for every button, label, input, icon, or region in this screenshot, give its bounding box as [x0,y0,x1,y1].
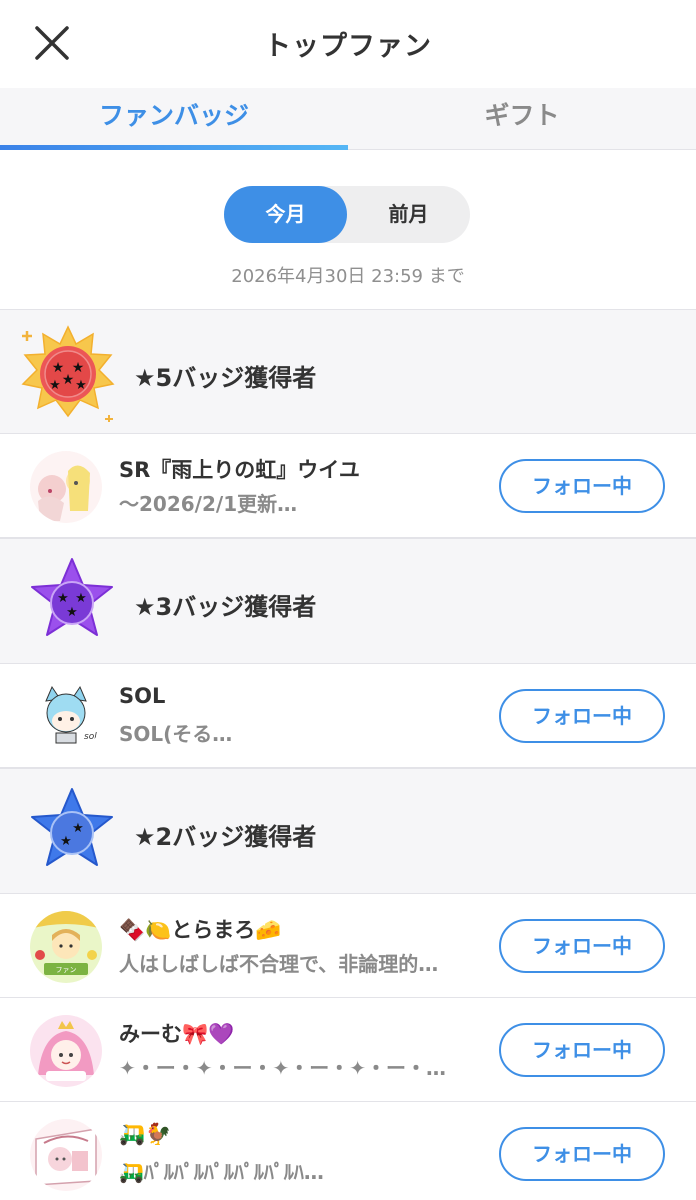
avatar: ファン [30,911,102,983]
section-header-3-star: ★ ★ ★ ★3バッジ獲得者 [0,538,696,664]
fan-name: みーむ🎀💜 [119,1022,235,1046]
avatar [30,1015,102,1087]
fan-row[interactable]: sol SOL SOL(そる… フォロー中 [0,664,696,768]
svg-text:★: ★ [75,591,87,606]
following-button[interactable]: フォロー中 [499,919,665,973]
avatar [30,451,102,523]
section-label: ★2バッジ獲得者 [134,823,317,851]
fan-name: SR『雨上りの虹』ウイユ [119,458,360,482]
fan-name: 🍫🍋とらまろ🧀 [119,918,282,942]
section-header-2-star: ★ ★ ★2バッジ獲得者 [0,768,696,894]
active-tab-indicator [0,145,348,150]
period-this-month-button[interactable]: 今月 [224,186,347,243]
avatar [30,1119,102,1191]
svg-text:ファン: ファン [56,966,77,974]
period-last-month-button[interactable]: 前月 [347,186,470,243]
svg-text:★: ★ [60,834,72,849]
header: トップファン [0,0,696,88]
svg-text:★: ★ [72,821,84,836]
following-button[interactable]: フォロー中 [499,1127,665,1181]
fan-description: SOL(そる… [119,722,233,746]
fan-name: 🛺🐓 [119,1122,172,1146]
svg-text:★: ★ [49,378,61,393]
following-button[interactable]: フォロー中 [499,689,665,743]
section-label: ★3バッジ獲得者 [134,593,317,621]
avatar: sol [30,681,102,753]
fan-description: 〜2026/2/1更新… [119,492,298,516]
following-button[interactable]: フォロー中 [499,1023,665,1077]
tab-bar: ファンバッジ ギフト [0,88,696,150]
fan-description: ✦・ー・✦・ー・✦・ー・✦・ー・… [119,1056,447,1080]
fan-description: 人はしばしば不合理で、非論理的… [119,952,439,976]
deadline-text: 2026年4月30日 23:59 まで [231,266,465,287]
svg-text:★: ★ [57,591,69,606]
svg-text:★: ★ [66,605,78,620]
page-title: トップファン [264,31,432,62]
svg-text:sol: sol [84,732,97,742]
fan-row[interactable]: みーむ🎀💜 ✦・ー・✦・ー・✦・ー・✦・ー・… フォロー中 [0,998,696,1102]
following-button[interactable]: フォロー中 [499,459,665,513]
period-toggle: 今月 前月 [224,186,470,243]
svg-text:★: ★ [75,378,87,393]
fan-row[interactable]: ファン 🍫🍋とらまろ🧀 人はしばしば不合理で、非論理的… フォロー中 [0,894,696,998]
svg-text:★: ★ [62,372,75,388]
two-star-badge-icon: ★ ★ [31,788,113,866]
tab-gift[interactable]: ギフト [348,88,696,150]
three-star-badge-icon: ★ ★ ★ [31,558,113,636]
fan-name: SOL [119,684,166,708]
fan-description: 🛺ﾊﾟﾙﾊﾟﾙﾊﾟﾙﾊﾟﾙﾊﾟﾙﾊ… [119,1160,324,1184]
section-header-5-star: ★ ★ ★ ★ ★ ★5バッジ獲得者 [0,309,696,434]
fan-row[interactable]: SR『雨上りの虹』ウイユ 〜2026/2/1更新… フォロー中 [0,434,696,538]
five-star-badge-icon: ★ ★ ★ ★ ★ [21,325,115,422]
tab-fan-badge[interactable]: ファンバッジ [0,88,348,150]
fan-row[interactable]: 🛺🐓 🛺ﾊﾟﾙﾊﾟﾙﾊﾟﾙﾊﾟﾙﾊﾟﾙﾊ… フォロー中 [0,1102,696,1200]
section-label: ★5バッジ獲得者 [134,364,317,392]
